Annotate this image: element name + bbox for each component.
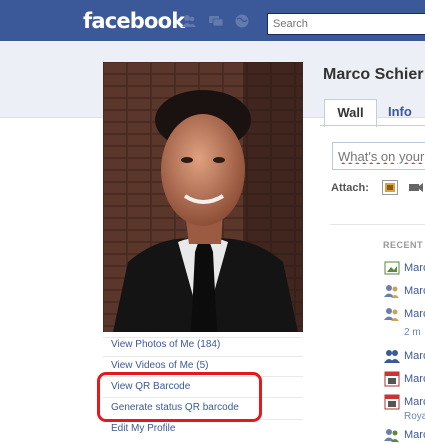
recent-activity-heading: RECENT bbox=[383, 240, 424, 250]
feed-item-time: 2 m bbox=[404, 327, 421, 338]
feed-item-text[interactable]: Marc bbox=[404, 429, 425, 441]
attach-video-icon[interactable] bbox=[408, 180, 424, 195]
divider bbox=[103, 337, 303, 338]
profile-name: Marco Schier bbox=[323, 66, 424, 83]
edit-profile-link[interactable]: Edit My Profile bbox=[111, 423, 175, 434]
feed-item-text[interactable]: Marc bbox=[404, 350, 425, 362]
highlight-annotation bbox=[97, 372, 262, 422]
photo-icon bbox=[384, 261, 400, 275]
view-photos-link[interactable]: View Photos of Me (184) bbox=[111, 339, 220, 350]
view-videos-link[interactable]: View Videos of Me (5) bbox=[111, 360, 208, 371]
tab-info[interactable]: Info bbox=[388, 99, 412, 125]
notifications-globe-icon[interactable] bbox=[234, 14, 250, 28]
divider bbox=[103, 356, 303, 357]
friends-icon bbox=[384, 308, 399, 321]
people-icon bbox=[384, 350, 400, 363]
tab-divider bbox=[320, 125, 425, 126]
calendar-icon bbox=[384, 394, 400, 410]
friends-icon bbox=[384, 285, 399, 298]
feed-item-text[interactable]: Marc bbox=[404, 373, 425, 385]
friend-requests-icon[interactable] bbox=[181, 14, 197, 28]
status-input[interactable] bbox=[332, 142, 425, 170]
attach-photo-icon[interactable] bbox=[382, 180, 398, 195]
feed-item-subtitle[interactable]: Roya bbox=[404, 411, 425, 422]
feed-item-text[interactable]: Marc bbox=[404, 262, 425, 274]
divider bbox=[330, 224, 425, 225]
calendar-icon bbox=[384, 371, 400, 387]
messages-icon[interactable] bbox=[208, 14, 224, 28]
attach-label: Attach: bbox=[331, 182, 369, 194]
tab-wall[interactable]: Wall bbox=[324, 99, 377, 127]
facebook-logo[interactable]: facebook bbox=[83, 9, 185, 33]
top-bar: facebook bbox=[0, 0, 425, 41]
profile-photo[interactable] bbox=[103, 62, 303, 332]
feed-item-text[interactable]: Marc bbox=[404, 396, 425, 408]
search-input[interactable] bbox=[267, 13, 425, 35]
feed-item-text[interactable]: Marc bbox=[404, 285, 425, 297]
feed-item-text[interactable]: Marc bbox=[404, 308, 425, 320]
